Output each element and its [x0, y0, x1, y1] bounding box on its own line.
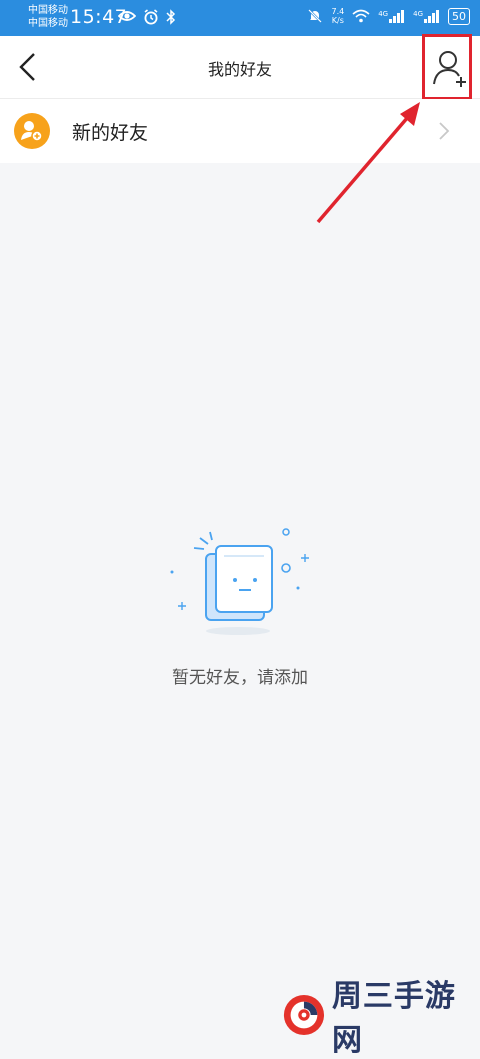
mute-bell-icon [308, 9, 323, 23]
status-icons-left [118, 9, 176, 25]
chevron-right-icon [439, 122, 450, 140]
carrier-labels: 中国移动 中国移动 [28, 4, 68, 30]
watermark-text: 周三手游网 [331, 979, 456, 1058]
signal-bars-icon [424, 9, 439, 23]
swirl-logo-icon [283, 994, 325, 1036]
watermark: 周三手游网 [282, 979, 480, 1058]
net-speed: 7.4 K/s [331, 7, 344, 25]
nav-header: 我的好友 [0, 36, 480, 99]
annotation-arrow-icon [316, 102, 420, 224]
empty-state-message: 暂无好友，请添加 [172, 668, 308, 688]
wifi-icon [352, 9, 370, 23]
annotation-highlight-box [422, 34, 472, 100]
bluetooth-icon [166, 9, 176, 25]
friend-request-icon [14, 113, 50, 149]
carrier-2: 中国移动 [28, 18, 68, 29]
net-speed-unit: K/s [331, 16, 344, 25]
alarm-icon [144, 9, 158, 25]
signal-1: 4G [378, 9, 405, 23]
net-speed-value: 7.4 [331, 7, 345, 16]
signal-2-label: 4G [413, 9, 423, 18]
signal-bars-icon [389, 9, 405, 23]
carrier-1: 中国移动 [28, 5, 68, 16]
signal-1-label: 4G [378, 9, 389, 18]
eye-icon [118, 11, 136, 21]
page-title: 我的好友 [207, 60, 272, 79]
empty-box-face-icon [170, 528, 309, 635]
battery-indicator: 50 [448, 7, 470, 25]
new-friends-label: 新的好友 [72, 122, 149, 144]
status-icons-right: 7.4 K/s 4G 4G 50 [307, 7, 470, 25]
status-bar: 中国移动 中国移动 15:47 7.4 K/s 4G 4G 50 [0, 0, 480, 36]
signal-2: 4G [413, 9, 440, 23]
